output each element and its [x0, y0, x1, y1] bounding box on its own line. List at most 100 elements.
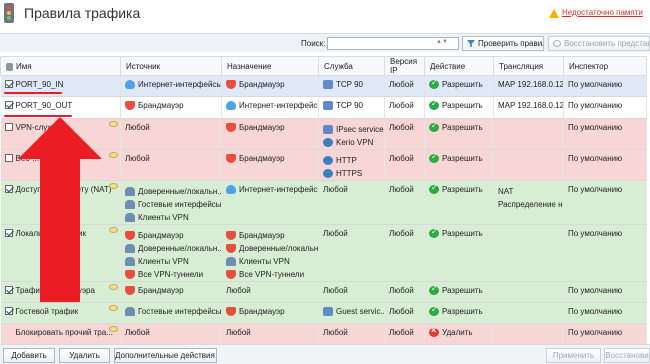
rule-enabled-checkbox[interactable]: [4, 185, 13, 193]
action-cell[interactable]: Разрешить: [424, 302, 494, 324]
rule-enabled-checkbox[interactable]: [4, 154, 13, 162]
service-cell[interactable]: Любой: [318, 281, 385, 303]
inspector-cell[interactable]: По умолчанию: [563, 118, 647, 150]
source-cell[interactable]: Брандмауэр Доверенные/локальн... Клиенты V…: [120, 224, 222, 282]
table-row[interactable]: Гостевой трафик Гостевые интерфейсы Бран…: [0, 302, 647, 324]
check-rules-button[interactable]: Проверить правила: [462, 36, 544, 51]
column-name[interactable]: Имя: [0, 56, 121, 76]
translation-cell[interactable]: [493, 323, 564, 345]
destination-cell[interactable]: Интернет-интерфейсы: [221, 96, 319, 119]
destination-cell[interactable]: Брандмауэр: [221, 149, 319, 181]
rule-enabled-checkbox[interactable]: [4, 229, 13, 237]
action-cell[interactable]: Разрешить: [424, 149, 494, 181]
inspector-cell[interactable]: По умолчанию: [563, 281, 647, 303]
service-cell[interactable]: Любой: [318, 180, 385, 225]
action-cell[interactable]: Разрешить: [424, 281, 494, 303]
ip-version-cell[interactable]: Любой: [384, 302, 425, 324]
search-arrows-icon[interactable]: ▲▼: [436, 39, 454, 48]
inspector-cell[interactable]: По умолчанию: [563, 96, 647, 119]
inspector-cell[interactable]: По умолчанию: [563, 323, 647, 345]
ip-version-cell[interactable]: Любой: [384, 323, 425, 345]
add-button[interactable]: Добавить: [3, 348, 55, 363]
table-row[interactable]: PORT_90_IN Интернет-интерфейсы Брандмауэ…: [0, 75, 647, 97]
rule-enabled-checkbox[interactable]: [4, 101, 13, 109]
ip-version-cell[interactable]: Любой: [384, 180, 425, 225]
ip-version-cell[interactable]: Любой: [384, 118, 425, 150]
service-cell[interactable]: IPsec services Kerio VPN: [318, 118, 385, 150]
inspector-cell[interactable]: По умолчанию: [563, 149, 647, 181]
column-source[interactable]: Источник: [120, 56, 222, 76]
comment-icon[interactable]: [109, 326, 118, 332]
table-row[interactable]: Блокировать прочий тра... Любой Любой Лю…: [0, 323, 647, 345]
source-cell[interactable]: Доверенные/локальн... Гостевые интерфейсы…: [120, 180, 222, 225]
column-action[interactable]: Действие: [424, 56, 494, 76]
service-cell[interactable]: HTTP HTTPS: [318, 149, 385, 181]
destination-cell[interactable]: Брандмауэр Доверенные/локальн... Клиенты V…: [221, 224, 319, 282]
restore-view-button[interactable]: Восстановить представлен: [548, 36, 650, 51]
rule-enabled-checkbox[interactable]: [4, 123, 13, 131]
inspector-cell[interactable]: По умолчанию: [563, 180, 647, 225]
translation-cell[interactable]: [493, 302, 564, 324]
comment-icon[interactable]: [109, 284, 118, 290]
service-cell[interactable]: TCP 90: [318, 75, 385, 97]
rule-name-cell[interactable]: Блокировать прочий тра...: [0, 323, 121, 345]
service-cell[interactable]: TCP 90: [318, 96, 385, 119]
translation-cell[interactable]: [493, 281, 564, 303]
translation-cell[interactable]: NAT Распределение нагр...: [493, 180, 564, 225]
translation-cell[interactable]: [493, 149, 564, 181]
destination-cell[interactable]: Любой: [221, 323, 319, 345]
comment-icon[interactable]: [109, 183, 118, 189]
comment-icon[interactable]: [109, 152, 118, 158]
restore-button[interactable]: Восстанови: [604, 348, 650, 363]
ip-version-cell[interactable]: Любой: [384, 75, 425, 97]
ip-version-cell[interactable]: Любой: [384, 149, 425, 181]
translation-cell[interactable]: [493, 118, 564, 150]
action-cell[interactable]: Разрешить: [424, 75, 494, 97]
translation-cell[interactable]: [493, 224, 564, 282]
table-row[interactable]: PORT_90_OUT Брандмауэр Интернет-интерфей…: [0, 96, 647, 119]
comment-icon[interactable]: [109, 121, 118, 127]
source-cell[interactable]: Брандмауэр: [120, 96, 222, 119]
rule-enabled-checkbox[interactable]: [4, 80, 13, 88]
column-destination[interactable]: Назначение: [221, 56, 319, 76]
comment-icon[interactable]: [109, 227, 118, 233]
source-cell[interactable]: Брандмауэр: [120, 281, 222, 303]
apply-button[interactable]: Применить: [546, 348, 601, 363]
column-ip-version[interactable]: Версия IP: [384, 56, 425, 76]
ip-version-cell[interactable]: Любой: [384, 96, 425, 119]
action-cell[interactable]: Разрешить: [424, 118, 494, 150]
column-inspector[interactable]: Инспектор: [563, 56, 647, 76]
source-cell[interactable]: Любой: [120, 149, 222, 181]
destination-cell[interactable]: Любой: [221, 281, 319, 303]
destination-cell[interactable]: Интернет-интерфейсы: [221, 180, 319, 225]
action-cell[interactable]: Разрешить: [424, 96, 494, 119]
service-cell[interactable]: Любой: [318, 323, 385, 345]
action-cell[interactable]: Удалить: [424, 323, 494, 345]
rule-enabled-checkbox[interactable]: [4, 286, 13, 294]
destination-cell[interactable]: Брандмауэр: [221, 75, 319, 97]
translation-cell[interactable]: MAP 192.168.0.120:80: [493, 75, 564, 97]
destination-cell[interactable]: Брандмауэр: [221, 302, 319, 324]
rule-enabled-checkbox[interactable]: [4, 307, 13, 315]
inspector-cell[interactable]: По умолчанию: [563, 224, 647, 282]
column-service[interactable]: Служба: [318, 56, 385, 76]
source-cell[interactable]: Гостевые интерфейсы: [120, 302, 222, 324]
translation-cell[interactable]: MAP 192.168.0.120:80: [493, 96, 564, 119]
service-cell[interactable]: Любой: [318, 224, 385, 282]
source-cell[interactable]: Любой: [120, 118, 222, 150]
comment-icon[interactable]: [109, 305, 118, 311]
remove-button[interactable]: Удалить: [59, 348, 110, 363]
inspector-cell[interactable]: По умолчанию: [563, 75, 647, 97]
rule-name-cell[interactable]: Гостевой трафик: [0, 302, 121, 324]
memory-warning-link[interactable]: Недостаточно памяти: [562, 8, 643, 17]
action-cell[interactable]: Разрешить: [424, 224, 494, 282]
source-cell[interactable]: Любой: [120, 323, 222, 345]
source-cell[interactable]: Интернет-интерфейсы: [120, 75, 222, 97]
service-cell[interactable]: Guest servic...: [318, 302, 385, 324]
inspector-cell[interactable]: По умолчанию: [563, 302, 647, 324]
ip-version-cell[interactable]: Любой: [384, 281, 425, 303]
more-actions-button[interactable]: Дополнительные действия ▾: [114, 348, 217, 363]
action-cell[interactable]: Разрешить: [424, 180, 494, 225]
column-translation[interactable]: Трансляция: [493, 56, 564, 76]
destination-cell[interactable]: Брандмауэр: [221, 118, 319, 150]
